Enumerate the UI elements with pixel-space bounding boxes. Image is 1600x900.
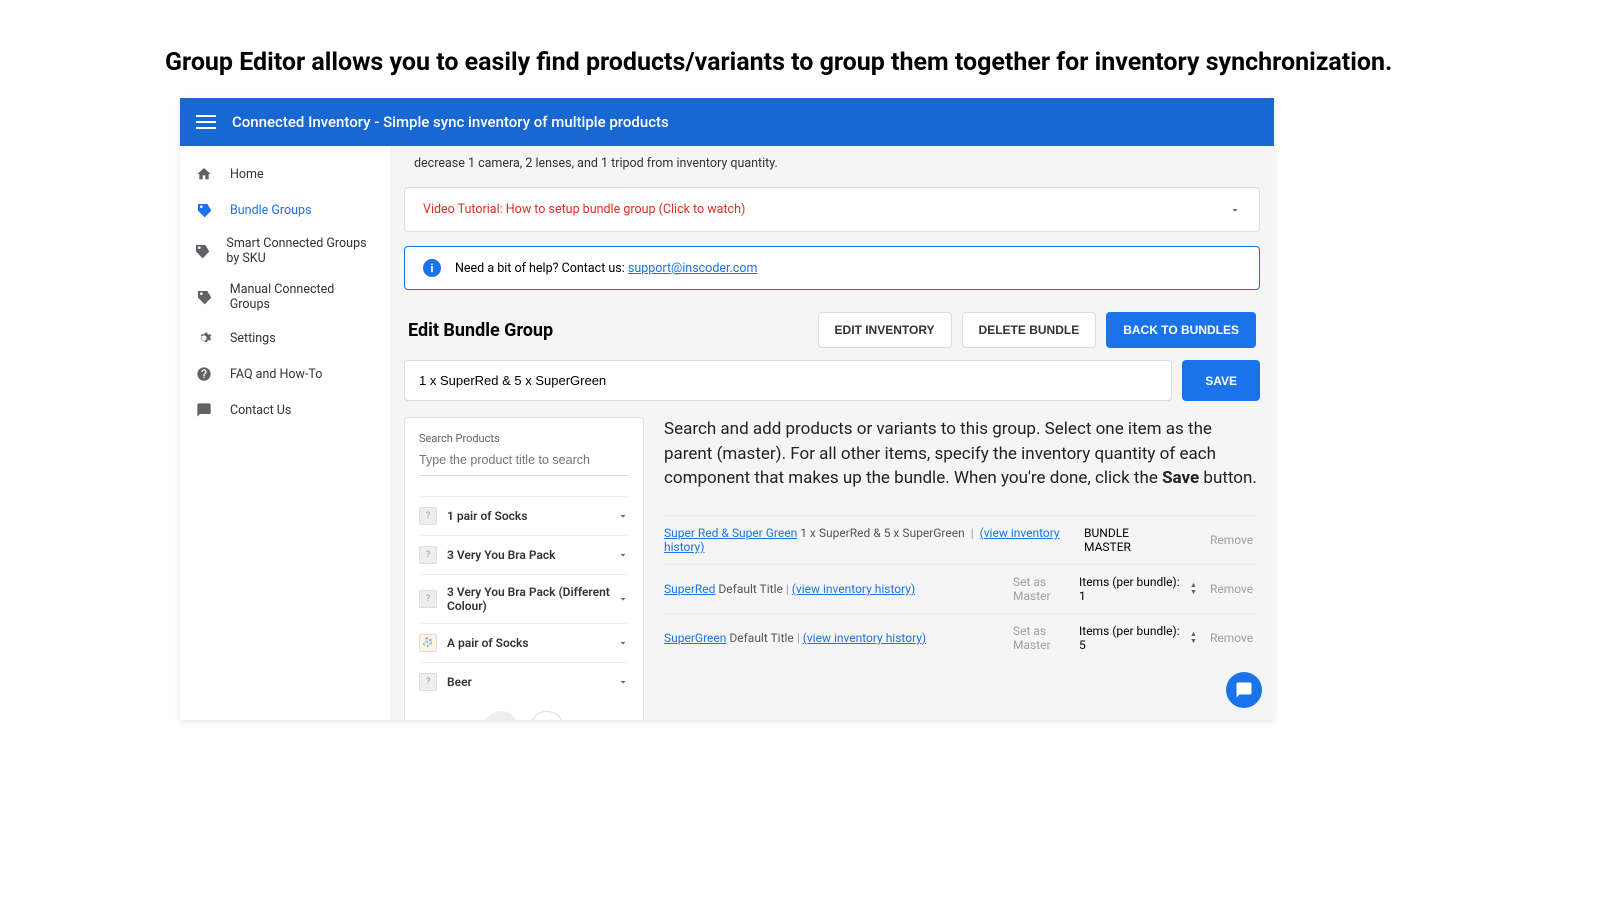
app-frame: Connected Inventory - Simple sync invent… <box>180 98 1274 720</box>
help-text: Need a bit of help? Contact us: <box>455 261 628 276</box>
remove-button[interactable]: Remove <box>1210 582 1260 596</box>
help-banner: i Need a bit of help? Contact us: suppor… <box>404 246 1260 290</box>
nav-label: Home <box>230 167 264 182</box>
search-panel: Search Products ? 1 pair of Socks? 3 Very … <box>404 417 644 720</box>
product-title: 1 pair of Socks <box>447 509 617 523</box>
bundle-component-row: SuperRed Default Title|(view inventory h… <box>664 564 1260 613</box>
quantity-stepper[interactable]: ▲▼ <box>1190 582 1204 596</box>
search-label: Search Products <box>419 432 629 445</box>
product-thumb: 🧦 <box>419 634 437 652</box>
chevron-down-icon <box>617 549 629 561</box>
chevron-down-icon <box>1229 204 1241 216</box>
nav-item-settings[interactable]: Settings <box>180 320 390 356</box>
nav-label: Smart Connected Groups by SKU <box>226 236 376 266</box>
nav-item-faq-and-how-to[interactable]: FAQ and How-To <box>180 356 390 392</box>
product-row[interactable]: ? Beer <box>419 662 629 701</box>
quantity-stepper[interactable]: ▲▼ <box>1190 631 1204 645</box>
chevron-down-icon <box>617 510 629 522</box>
items-per-bundle: Items (per bundle): 5 <box>1079 624 1184 652</box>
nav-item-bundle-groups[interactable]: Bundle Groups <box>180 192 390 228</box>
chevron-down-icon <box>617 637 629 649</box>
product-title: Beer <box>447 675 617 689</box>
nav-label: Manual Connected Groups <box>230 282 376 312</box>
product-row[interactable]: ? 3 Very You Bra Pack <box>419 535 629 574</box>
chat-widget-button[interactable] <box>1226 672 1262 708</box>
product-row[interactable]: ? 1 pair of Socks <box>419 496 629 535</box>
chat-icon <box>194 400 214 420</box>
component-history-link[interactable]: (view inventory history) <box>803 631 926 645</box>
master-title-link[interactable]: Super Red & Super Green <box>664 526 797 540</box>
tutorial-link[interactable]: Video Tutorial: How to setup bundle grou… <box>423 202 745 217</box>
component-history-link[interactable]: (view inventory history) <box>792 582 915 596</box>
instructions: Search and add products or variants to t… <box>664 417 1260 491</box>
chevron-down-icon <box>617 676 629 688</box>
page-heading: Edit Bundle Group <box>408 320 553 341</box>
items-per-bundle: Items (per bundle): 1 <box>1079 575 1184 603</box>
product-row[interactable]: 🧦 A pair of Socks <box>419 623 629 662</box>
sidebar: Home Bundle Groups Smart Connected Groups … <box>180 146 390 720</box>
tutorial-card[interactable]: Video Tutorial: How to setup bundle grou… <box>404 187 1260 232</box>
tag-icon <box>194 200 214 220</box>
component-title-link[interactable]: SuperRed <box>664 582 715 596</box>
product-row[interactable]: ? 3 Very You Bra Pack (Different Colour) <box>419 574 629 623</box>
product-title: 3 Very You Bra Pack (Different Colour) <box>447 585 617 613</box>
search-input[interactable] <box>419 447 629 476</box>
nav-label: Settings <box>230 331 276 346</box>
product-thumb: ? <box>419 507 437 525</box>
tag-icon <box>194 287 214 307</box>
product-title: A pair of Socks <box>447 636 617 650</box>
app-title: Connected Inventory - Simple sync invent… <box>232 113 669 131</box>
product-title: 3 Very You Bra Pack <box>447 548 617 562</box>
topbar: Connected Inventory - Simple sync invent… <box>180 98 1274 146</box>
remove-button[interactable]: Remove <box>1210 631 1260 645</box>
component-variant: Default Title <box>729 631 793 645</box>
home-icon <box>194 164 214 184</box>
edit-inventory-button[interactable]: EDIT INVENTORY <box>818 312 952 348</box>
tag-icon <box>194 241 210 261</box>
set-as-master-button[interactable]: Set as Master <box>1013 575 1073 603</box>
nav-label: FAQ and How-To <box>230 367 322 382</box>
group-name-input[interactable] <box>404 360 1172 401</box>
intro-text: decrease 1 camera, 2 lenses, and 1 tripo… <box>404 146 1260 187</box>
bundle-master-row: Super Red & Super Green 1 x SuperRed & 5… <box>664 515 1260 564</box>
help-email-link[interactable]: support@inscoder.com <box>628 261 758 276</box>
menu-icon[interactable] <box>196 115 216 129</box>
master-variant: 1 x SuperRed & 5 x SuperGreen <box>800 526 965 540</box>
nav-item-contact-us[interactable]: Contact Us <box>180 392 390 428</box>
help-icon <box>194 364 214 384</box>
pager-prev-button[interactable] <box>484 711 518 720</box>
nav-label: Bundle Groups <box>230 203 312 218</box>
component-title-link[interactable]: SuperGreen <box>664 631 726 645</box>
product-thumb: ? <box>419 546 437 564</box>
back-to-bundles-button[interactable]: BACK TO BUNDLES <box>1106 312 1256 348</box>
info-icon: i <box>423 259 441 277</box>
save-button[interactable]: SAVE <box>1182 360 1260 401</box>
nav-item-home[interactable]: Home <box>180 156 390 192</box>
headline: Group Editor allows you to easily find p… <box>165 48 1392 77</box>
product-thumb: ? <box>419 590 437 608</box>
chevron-down-icon <box>617 593 629 605</box>
nav-item-manual-connected-groups[interactable]: Manual Connected Groups <box>180 274 390 320</box>
component-variant: Default Title <box>718 582 782 596</box>
nav-label: Contact Us <box>230 403 291 418</box>
product-thumb: ? <box>419 673 437 691</box>
delete-bundle-button[interactable]: DELETE BUNDLE <box>962 312 1097 348</box>
pager-next-button[interactable] <box>530 711 564 720</box>
set-as-master-button[interactable]: Set as Master <box>1013 624 1073 652</box>
bundle-master-badge: BUNDLEMASTER <box>1084 526 1204 554</box>
gear-icon <box>194 328 214 348</box>
nav-item-smart-connected-groups-by-sku[interactable]: Smart Connected Groups by SKU <box>180 228 390 274</box>
main-content: decrease 1 camera, 2 lenses, and 1 tripo… <box>390 146 1274 720</box>
bundle-component-row: SuperGreen Default Title|(view inventory… <box>664 613 1260 662</box>
master-remove: Remove <box>1210 533 1260 547</box>
